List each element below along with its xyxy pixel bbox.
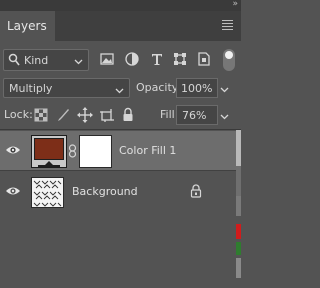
background-layer-thumbnail[interactable] xyxy=(31,177,64,208)
blend-opacity-row: Multiply Opacity: 100% xyxy=(0,78,241,98)
adjacent-panel-edge xyxy=(236,130,241,288)
blend-mode-select[interactable]: Multiply xyxy=(3,78,130,98)
tab-layers[interactable]: Layers xyxy=(0,11,55,41)
layer-row-color-fill[interactable]: Color Fill 1 xyxy=(0,131,241,171)
smart-object-filter-icon[interactable] xyxy=(196,51,212,67)
shape-filter-icon[interactable] xyxy=(172,51,188,67)
row-separator xyxy=(0,170,241,171)
fill-input[interactable]: 76% xyxy=(176,105,218,125)
layer-name[interactable]: Color Fill 1 xyxy=(119,144,176,157)
filter-kind-value: Kind xyxy=(24,54,49,67)
layer-mask-thumbnail[interactable] xyxy=(79,135,112,168)
chevron-down-icon xyxy=(74,55,83,68)
collapse-panels-icon[interactable]: » xyxy=(232,0,237,9)
fill-color-swatch xyxy=(34,138,64,160)
filter-toggle-switch[interactable] xyxy=(223,49,235,71)
fill-slider-toggle[interactable] xyxy=(218,105,232,125)
panel-tab-bar: Layers xyxy=(0,11,241,41)
lock-transparent-pixels-icon[interactable] xyxy=(33,107,49,123)
lock-position-icon[interactable] xyxy=(77,107,93,123)
layer-name[interactable]: Background xyxy=(72,185,138,198)
lock-label: Lock: xyxy=(4,108,33,121)
opacity-slider-toggle[interactable] xyxy=(218,78,232,98)
panel-top-strip: » xyxy=(0,0,241,11)
chevron-down-icon xyxy=(220,83,229,96)
visibility-eye-icon[interactable] xyxy=(5,144,21,156)
opacity-input[interactable]: 100% xyxy=(176,78,218,98)
visibility-eye-icon[interactable] xyxy=(5,185,21,197)
search-icon xyxy=(8,53,20,67)
opacity-label: Opacity: xyxy=(136,81,182,94)
panel-divider xyxy=(0,129,241,130)
tab-layers-label: Layers xyxy=(7,19,47,33)
fill-value: 76% xyxy=(182,109,207,122)
blend-mode-value: Multiply xyxy=(9,82,53,95)
fill-indicator-base xyxy=(38,165,60,167)
chevron-down-icon xyxy=(220,110,229,123)
filter-kind-select[interactable]: Kind xyxy=(3,49,89,71)
chevron-down-icon xyxy=(115,84,124,97)
layer-filter-row: Kind xyxy=(0,48,241,72)
layer-lock-icon[interactable] xyxy=(190,184,202,198)
type-filter-icon[interactable] xyxy=(149,51,165,67)
opacity-value: 100% xyxy=(181,82,213,95)
fill-layer-thumbnail[interactable] xyxy=(31,135,67,168)
prevent-auto-nesting-icon[interactable] xyxy=(99,107,115,123)
hamburger-icon[interactable] xyxy=(222,20,233,30)
layer-row-background[interactable]: Background xyxy=(0,172,241,212)
mask-link-chain-icon[interactable] xyxy=(68,144,77,158)
image-filter-icon[interactable] xyxy=(99,51,115,67)
lock-image-pixels-icon[interactable] xyxy=(55,107,71,123)
adjustment-filter-icon[interactable] xyxy=(124,51,140,67)
lock-all-icon[interactable] xyxy=(120,107,136,123)
lock-fill-row: Lock: Fill: 76% xyxy=(0,105,241,126)
